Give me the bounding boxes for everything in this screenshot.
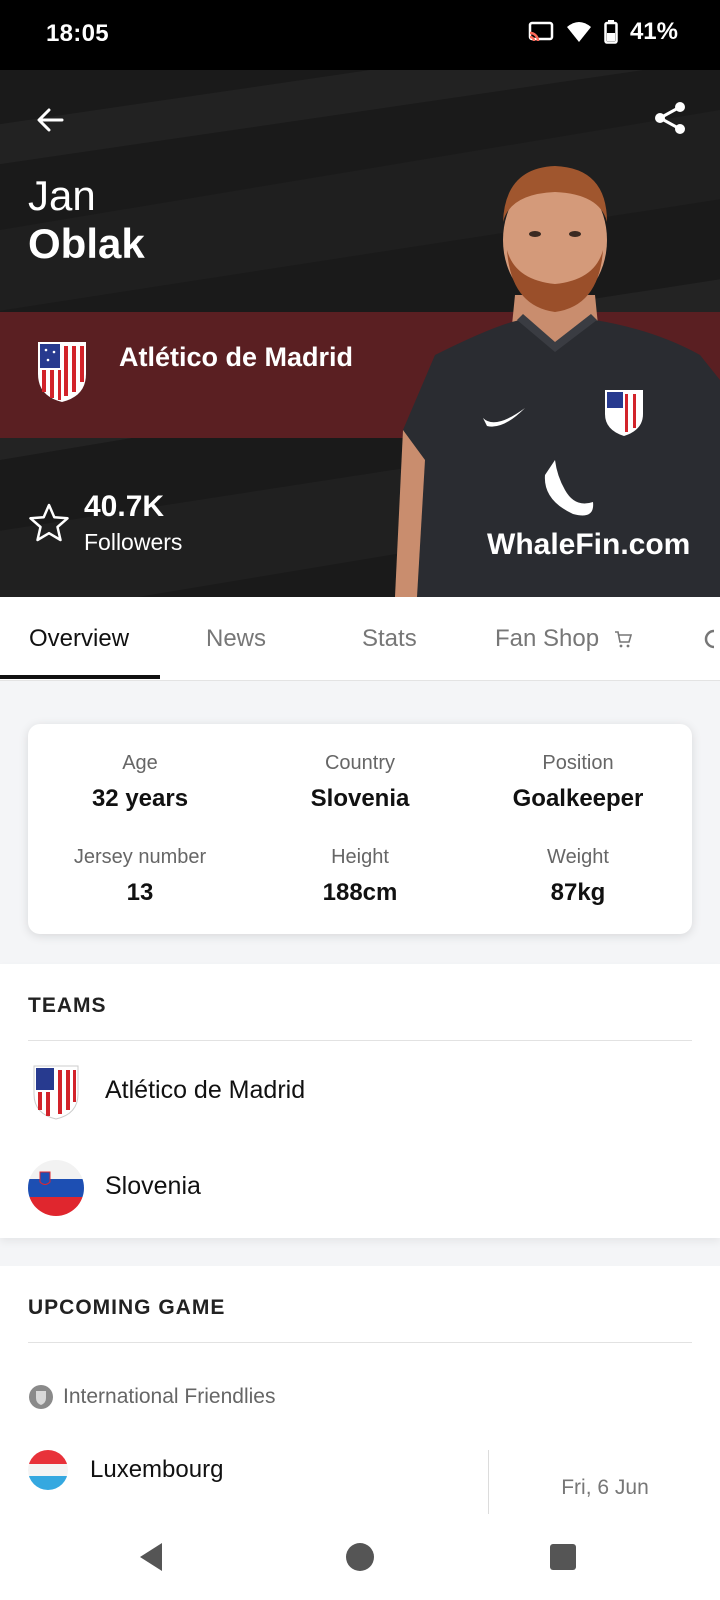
teams-divider [28,1040,692,1041]
info-country: Country Slovenia [250,752,470,813]
status-bar: 18:05 41% [0,0,720,70]
battery-percent: 41% [629,18,678,45]
team-name: Slovenia [105,1172,201,1200]
cast-icon [528,21,554,42]
tab-overview[interactable]: Overview [29,597,129,681]
tab-fan-shop-label: Fan Shop [495,625,600,652]
game-team-name: Luxembourg [90,1456,224,1483]
teams-title: TEAMS [28,994,107,1017]
competition-name: International Friendlies [63,1385,276,1408]
system-nav-bar [0,1514,720,1600]
luxembourg-flag-icon [28,1450,68,1490]
tab-stats[interactable]: Stats [362,597,417,681]
upcoming-game-section: UPCOMING GAME International Friendlies L… [0,1266,720,1530]
partial-tab-icon [704,629,715,649]
team-row-slovenia[interactable]: Slovenia [0,1140,720,1236]
info-age-value: 32 years [91,785,189,812]
game-team-row[interactable]: Luxembourg [28,1450,223,1490]
nav-home-button[interactable] [337,1534,383,1580]
tab-active-indicator [0,675,160,679]
player-hero: Jan Oblak Atlético de Madrid 40.7K Follo… [0,70,720,597]
sponsor-text: WhaleFin.com [487,528,690,561]
slovenia-flag-icon [28,1160,84,1216]
triangle-back-icon [140,1543,162,1571]
info-height: Height 188cm [250,846,470,907]
back-button[interactable] [30,100,70,140]
player-photo: WhaleFin.com [395,166,720,597]
info-position-value: Goalkeeper [512,785,644,812]
nav-back-button[interactable] [128,1534,174,1580]
info-jersey-label: Jersey number [73,846,207,868]
team-name: Atlético de Madrid [105,1076,306,1104]
tab-news[interactable]: News [206,597,266,681]
circle-home-icon [346,1543,374,1571]
club-name[interactable]: Atlético de Madrid [119,340,379,374]
info-weight-value: 87kg [550,879,606,906]
info-height-label: Height [331,846,389,868]
info-position: Position Goalkeeper [468,752,688,813]
info-position-label: Position [542,752,614,774]
info-country-value: Slovenia [310,785,410,812]
follow-star-icon[interactable] [28,502,70,544]
game-date: Fri, 6 Jun [561,1476,649,1499]
upcoming-title: UPCOMING GAME [28,1296,226,1319]
followers-count: 40.7K [84,490,165,523]
tab-bar: Overview News Stats Fan Shop [0,597,720,681]
tab-fan-shop[interactable]: Fan Shop [495,597,633,681]
competition-badge-icon [29,1385,53,1409]
info-jersey: Jersey number 13 [30,846,250,907]
player-info-card: Age 32 years Country Slovenia Position G… [28,724,692,934]
player-profile-screen: 18:05 41% Jan Oblak Atlético de Madrid 4… [0,0,720,1600]
info-jersey-value: 13 [126,879,154,906]
upcoming-divider [28,1342,692,1343]
square-recents-icon [550,1544,576,1570]
status-icons: 41% [528,18,678,46]
player-last-name: Oblak [28,220,145,267]
info-weight-label: Weight [547,846,609,868]
info-age-label: Age [122,752,158,774]
arrow-left-icon [37,108,64,132]
info-country-label: Country [324,752,396,774]
wifi-icon [566,22,591,42]
followers-label: Followers [84,529,183,555]
nav-recents-button[interactable] [540,1534,586,1580]
cart-icon [615,631,633,648]
team-row-atletico[interactable]: Atlético de Madrid [0,1044,720,1140]
info-weight: Weight 87kg [468,846,688,907]
teams-section: TEAMS Atlético de Madrid Slovenia [0,964,720,1238]
tab-overflow-partial[interactable] [700,597,720,681]
battery-icon [604,20,618,44]
atletico-crest-icon [38,342,86,402]
player-first-name: Jan [28,172,96,219]
competition-row[interactable]: International Friendlies [28,1384,275,1410]
info-age: Age 32 years [30,752,250,813]
atletico-crest-icon [33,1065,79,1120]
info-height-value: 188cm [322,879,398,906]
status-time: 18:05 [46,20,109,47]
